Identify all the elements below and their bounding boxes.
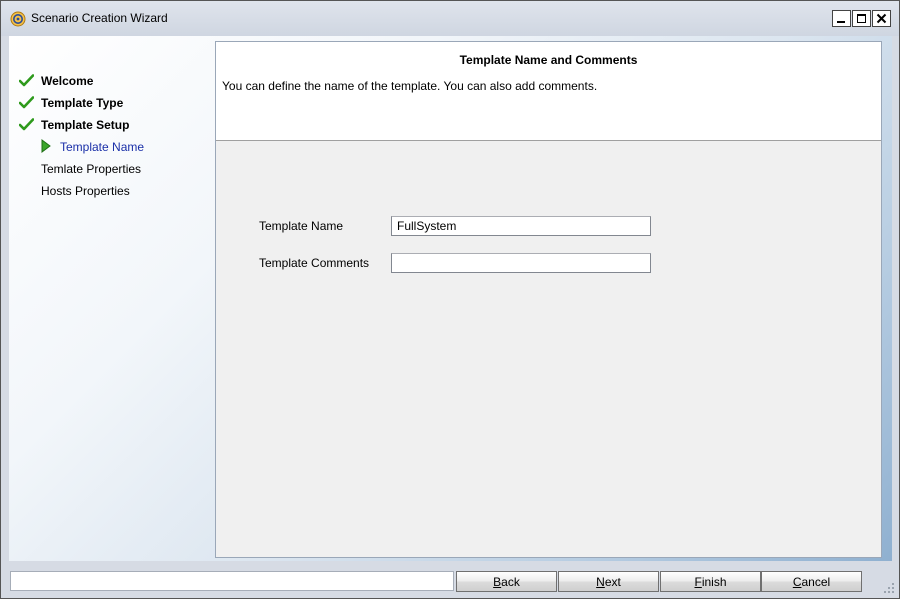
step-label: Welcome (41, 74, 94, 88)
step-welcome: Welcome (18, 72, 209, 90)
checkmark-icon (18, 96, 35, 109)
minimize-button[interactable] (832, 10, 851, 27)
finish-label: inish (701, 574, 727, 589)
wizard-app-icon (10, 11, 26, 27)
resize-grip-icon[interactable] (883, 582, 895, 594)
next-mnemonic: N (596, 574, 605, 589)
title-bar[interactable]: Scenario Creation Wizard (1, 1, 899, 36)
next-button[interactable]: Next (558, 571, 659, 592)
template-name-label: Template Name (259, 219, 344, 233)
minimize-icon (836, 13, 847, 24)
step-label: Hosts Properties (41, 184, 130, 198)
back-label: ack (501, 574, 520, 589)
close-icon (876, 13, 887, 24)
next-label: ext (604, 574, 621, 589)
step-template-properties: Temlate Properties (19, 160, 209, 178)
template-comments-input[interactable] (391, 253, 651, 273)
template-name-input[interactable] (391, 216, 651, 236)
step-template-type: Template Type (18, 94, 209, 112)
step-label: Template Type (41, 96, 124, 110)
close-button[interactable] (872, 10, 891, 27)
maximize-icon (856, 13, 867, 24)
step-template-name: Template Name (19, 138, 209, 156)
cancel-label: ancel (801, 574, 831, 589)
step-template-setup: Template Setup (18, 116, 209, 134)
panel-description: You can define the name of the template.… (222, 79, 598, 93)
wizard-window: Scenario Creation Wizard Welcome Templat… (0, 0, 900, 599)
finish-button[interactable]: Finish (660, 571, 761, 592)
status-box (10, 571, 454, 591)
finish-mnemonic: F (694, 574, 702, 589)
template-comments-label: Template Comments (259, 256, 370, 270)
back-mnemonic: B (493, 574, 502, 589)
checkmark-icon (18, 118, 35, 131)
window-title: Scenario Creation Wizard (31, 11, 168, 25)
step-label: Temlate Properties (41, 162, 142, 176)
back-button[interactable]: Back (456, 571, 557, 592)
maximize-button[interactable] (852, 10, 871, 27)
panel-header: Template Name and Comments You can defin… (216, 42, 881, 141)
step-hosts-properties: Hosts Properties (19, 182, 209, 200)
step-label: Template Name (60, 140, 145, 154)
panel-title: Template Name and Comments (459, 53, 638, 67)
bottom-bar: Back Next Finish Cancel (1, 567, 899, 598)
checkmark-icon (18, 74, 35, 87)
current-step-arrow-icon (41, 139, 51, 156)
content-panel: Template Name and Comments You can defin… (215, 41, 882, 558)
cancel-button[interactable]: Cancel (761, 571, 862, 592)
step-label: Template Setup (41, 118, 130, 132)
